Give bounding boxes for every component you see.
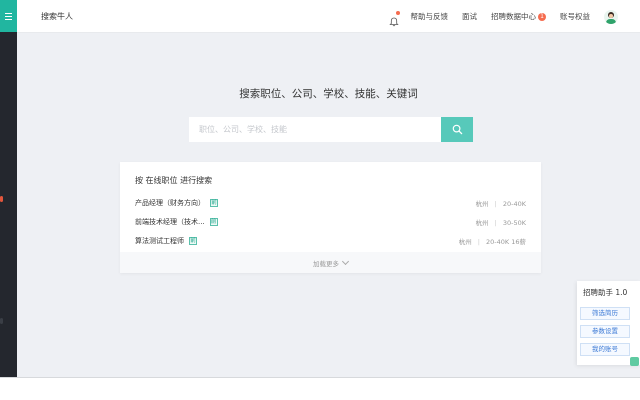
job-meta: 杭州 | 20-40K 16薪 — [459, 236, 526, 246]
interview-link[interactable]: 面试 — [462, 11, 477, 22]
recruit-assistant-panel: 招聘助手 1.0 筛选简历 参数设置 我的账号 — [577, 281, 640, 365]
meta-divider: | — [477, 238, 480, 246]
load-more-button[interactable]: 加载更多 — [120, 252, 541, 273]
meta-divider: | — [494, 219, 497, 227]
job-title: 算法测试工程师 — [135, 237, 184, 245]
sidebar-indicator — [0, 196, 3, 202]
avatar-body — [606, 18, 616, 24]
job-meta: 杭州 | 20-40K — [476, 198, 526, 208]
left-sidebar — [0, 0, 17, 377]
job-tag: 前 — [209, 218, 218, 226]
page-title: 搜索牛人 — [41, 12, 73, 21]
top-bar: 搜索牛人 帮助与反馈 面试 招聘数据中心 1 账号权益 — [17, 0, 640, 33]
job-row[interactable]: 前端技术经理（技术... 前 杭州 | 30-50K — [135, 215, 526, 229]
notification-dot — [395, 10, 400, 15]
bottom-strip — [0, 377, 640, 400]
menu-button[interactable] — [0, 0, 17, 32]
card-title: 按 在线职位 进行搜索 — [135, 176, 213, 185]
param-settings-button[interactable]: 参数设置 — [580, 325, 630, 338]
data-center-link[interactable]: 招聘数据中心 1 — [491, 11, 546, 22]
assistant-title: 招聘助手 1.0 — [583, 288, 628, 297]
job-salary: 20-40K 16薪 — [486, 238, 526, 246]
bell-icon[interactable] — [388, 10, 400, 26]
menu-icon — [5, 12, 12, 20]
main-area: 搜索职位、公司、学校、技能、关键词 按 在线职位 进行搜索 产品经理（财务方向）… — [17, 33, 640, 377]
assistant-toggle-icon[interactable] — [630, 357, 639, 366]
load-more-label: 加载更多 — [313, 259, 339, 268]
filter-resume-button[interactable]: 筛选简历 — [580, 307, 630, 320]
job-city: 杭州 — [458, 238, 472, 246]
job-tag: 前 — [189, 237, 197, 245]
job-row[interactable]: 算法测试工程师 前 杭州 | 20-40K 16薪 — [135, 234, 526, 248]
search-headline: 搜索职位、公司、学校、技能、关键词 — [239, 88, 418, 100]
job-row[interactable]: 产品经理（财务方向） 前 杭州 | 20-40K — [135, 196, 526, 210]
job-city: 杭州 — [475, 219, 489, 227]
job-title: 前端技术经理（技术... — [135, 218, 205, 226]
search-input[interactable] — [189, 117, 442, 142]
data-center-badge: 1 — [538, 12, 546, 21]
sidebar-indicator-secondary — [0, 318, 3, 324]
avatar[interactable] — [604, 9, 618, 24]
meta-divider: | — [494, 200, 497, 208]
account-rights-link[interactable]: 账号权益 — [560, 11, 590, 22]
search-suggestion-card: 按 在线职位 进行搜索 产品经理（财务方向） 前 杭州 | 20-40K 前端技术经… — [120, 162, 541, 273]
avatar-face — [609, 13, 613, 18]
job-city: 杭州 — [475, 200, 489, 208]
chevron-down-icon — [341, 257, 350, 265]
data-center-label: 招聘数据中心 — [491, 12, 536, 21]
search-button[interactable] — [441, 117, 473, 142]
search-icon — [452, 124, 462, 135]
help-feedback-link[interactable]: 帮助与反馈 — [411, 11, 449, 22]
job-tag: 前 — [210, 199, 218, 207]
job-meta: 杭州 | 30-50K — [476, 217, 526, 227]
job-salary: 20-40K — [502, 200, 526, 208]
job-salary: 30-50K — [502, 219, 526, 227]
my-account-button[interactable]: 我的账号 — [580, 343, 630, 356]
job-title: 产品经理（财务方向） — [135, 199, 205, 207]
top-nav: 帮助与反馈 面试 招聘数据中心 1 账号权益 — [388, 0, 640, 33]
